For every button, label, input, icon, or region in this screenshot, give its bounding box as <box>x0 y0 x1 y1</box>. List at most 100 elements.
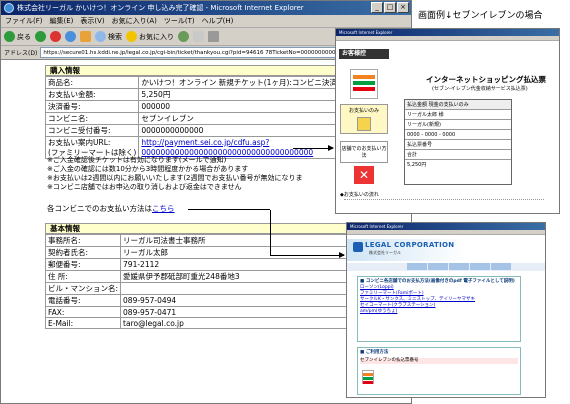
seven-eleven-logo-icon <box>350 69 378 99</box>
menu-favorites[interactable]: お気に入り(A) <box>112 15 157 27</box>
favorites-button[interactable]: お気に入り <box>126 31 174 42</box>
search-icon <box>95 31 106 42</box>
history-icon <box>178 31 189 42</box>
row-value: 089-957-0471 <box>120 306 380 318</box>
nav-tab[interactable] <box>407 263 427 270</box>
row-label: E-Mail: <box>44 317 122 329</box>
row-value: 089-957-0494 <box>120 294 380 307</box>
mail-icon <box>193 31 204 42</box>
row-label: コンビニ名: <box>44 112 140 125</box>
menu-edit[interactable]: 編集(E) <box>50 15 74 27</box>
table-row: 事務所名: リーガル司法書士事務所 <box>44 234 380 247</box>
convenience-payment-line: 各コンビニでのお支払い方法はこちら <box>47 203 175 214</box>
screenshot-canvas: 株式会社リーガル かいけつ！オンライン 申し込み完了確認 - Microsoft… <box>0 0 570 404</box>
slip-row: リーガル太郎 様 <box>407 112 444 118</box>
legal-nav <box>347 263 545 271</box>
close-icon[interactable]: × <box>397 2 409 13</box>
menu-tools[interactable]: ツール(T) <box>164 15 195 27</box>
mini-toolbar <box>336 36 559 41</box>
stop-button[interactable] <box>50 31 61 42</box>
table-row: ビル・マンション名: <box>44 282 380 295</box>
basic-heading: 基本情報 <box>45 223 371 234</box>
note-item: ※コンビニ店舗ではお申込の取り消しおよび返金はできません <box>47 183 242 191</box>
forward-button[interactable] <box>35 31 46 42</box>
ie-logo-icon <box>4 3 14 13</box>
row-value: 愛媛県伊予郡砥部町重光248番地3 <box>120 270 380 283</box>
slip-subtitle: (セブン-イレブン代金収納サービス払込票) <box>432 86 528 92</box>
mini-toolbar <box>347 230 545 235</box>
slip-row: 払込金額 現金の支払いのみ <box>407 102 469 108</box>
row-label: 電話番号: <box>44 294 122 307</box>
example-caption: 画面例↓セブンイレブンの場合 <box>418 11 543 21</box>
mail-button[interactable] <box>193 31 204 42</box>
connector-horizontal <box>188 209 270 210</box>
table-row: 住 所: 愛媛県伊予郡砥部町重光248番地3 <box>44 270 380 283</box>
search-label: 検索 <box>108 32 122 41</box>
legal-brand-sub: 株式会社リーガル <box>369 250 401 255</box>
home-icon <box>80 31 91 42</box>
payment-method-link[interactable]: am/pm(ゆうちょ) <box>360 309 518 315</box>
legal-brand-name: LEGAL CORPORATION <box>365 241 455 249</box>
payment-methods-box: ■ コンビニ各店舗でのお支払方法(画像付きのpdf 電子ファイルとして説明) ロ… <box>357 276 521 342</box>
menu-view[interactable]: 表示(V) <box>80 15 104 27</box>
menu-file[interactable]: ファイル(F) <box>5 15 43 27</box>
note-item: ※ご入金確認後チケットは有効になります(メールで通知) <box>47 156 227 164</box>
usage-highlight: セブンイレブンの払込票番号 <box>360 358 518 364</box>
nav-tab[interactable] <box>491 263 511 270</box>
table-row: 契約者氏名: リーガル太郎 <box>44 246 380 259</box>
table-row: 郵便番号: 791-2112 <box>44 258 380 271</box>
notes-block: ※ご入金確認後チケットは有効になります(メールで通知) ※ご入金の確認には数10… <box>47 156 303 192</box>
pay-only-box: お支払いのみ <box>340 104 388 134</box>
row-value: 791-2112 <box>120 258 380 271</box>
menu-help[interactable]: ヘルプ(H) <box>202 15 234 27</box>
row-label: コンビニ受付番号: <box>44 124 140 137</box>
slip-row: 合計 <box>407 152 418 158</box>
refresh-button[interactable] <box>65 31 76 42</box>
pay-only-label: お支払いのみ <box>348 108 379 114</box>
shop-payment-box: 店舗でのお支払い方法 <box>340 141 388 163</box>
row-label: ビル・マンション名: <box>44 282 122 295</box>
payment-flow-label: ◆お支払いの流れ <box>340 192 379 198</box>
flow-divider <box>344 199 544 211</box>
printer-icon <box>208 31 219 42</box>
row-label: 郵便番号: <box>44 258 122 271</box>
seven-eleven-mini-logo-icon <box>362 370 374 384</box>
nav-tab[interactable] <box>470 263 490 270</box>
slip-customer-copy: お客様控 <box>339 49 389 59</box>
home-button[interactable] <box>80 31 91 42</box>
usage-box: ■ ご利用方法 セブンイレブンの払込票番号 <box>357 347 521 395</box>
search-button[interactable]: 検索 <box>95 31 122 42</box>
purchase-heading: 購入情報 <box>45 65 371 76</box>
convenience-prefix: 各コンビニでのお支払い方法は <box>47 204 152 213</box>
table-row: FAX: 089-957-0471 <box>44 306 380 318</box>
legal-corporation-screenshot: Microsoft Internet Explorer LEGAL CORPOR… <box>346 222 546 398</box>
arrow-to-legal-page <box>270 252 345 258</box>
mini-window-title: Microsoft Internet Explorer <box>347 223 545 230</box>
slip-row: 0000 - 0000 - 0000 <box>407 132 456 138</box>
note-item: ※ご入金の確認には数10分から3時間程度かかる場合があります <box>47 165 249 173</box>
mini-window-title: Microsoft Internet Explorer <box>336 29 559 36</box>
back-arrow-icon <box>4 31 15 42</box>
forward-arrow-icon <box>35 31 46 42</box>
slip-row: 5,250円 <box>407 162 427 168</box>
nav-tab[interactable] <box>428 263 448 270</box>
back-button[interactable]: 戻る <box>4 31 31 42</box>
seven-eleven-screenshot: Microsoft Internet Explorer お客様控 お支払いのみ … <box>335 28 560 214</box>
usage-title: ■ ご利用方法 <box>360 350 389 355</box>
history-button[interactable] <box>178 31 189 42</box>
basic-table: 事務所名: リーガル司法書士事務所 契約者氏名: リーガル太郎 郵便番号: 791-2… <box>44 234 380 329</box>
row-label: 契約者氏名: <box>44 246 122 259</box>
convenience-link[interactable]: こちら <box>152 204 175 213</box>
payment-slip: 払込金額 現金の支払いのみ リーガル太郎 様 リーガル(新規) 0000 - 0… <box>404 99 512 185</box>
row-label: FAX: <box>44 306 122 318</box>
minimize-icon[interactable]: _ <box>371 2 383 13</box>
back-label: 戻る <box>17 32 31 41</box>
nav-tab[interactable] <box>449 263 469 270</box>
window-controls: _ □ × <box>371 2 409 13</box>
connector-vertical <box>270 210 271 255</box>
print-button[interactable] <box>208 31 219 42</box>
row-label: 住 所: <box>44 270 122 283</box>
arrow-to-seven-eleven <box>293 145 334 151</box>
maximize-icon[interactable]: □ <box>384 2 396 13</box>
slip-row: 払込票番号 <box>407 142 433 148</box>
